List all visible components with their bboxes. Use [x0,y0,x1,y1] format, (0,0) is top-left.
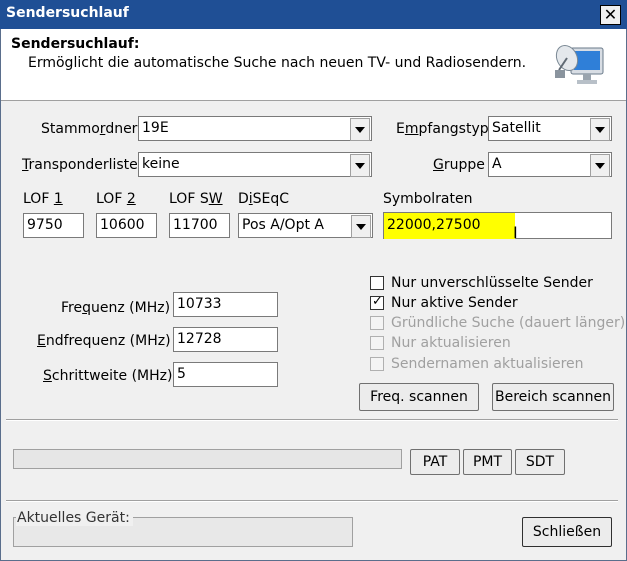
frequenz-value: 10733 [177,296,222,312]
chevron-down-icon[interactable] [590,118,610,141]
lofsw-value: 11700 [173,217,218,233]
lofsw-label: LOF SW [169,191,223,207]
close-window-button[interactable]: ✕ [600,5,621,25]
separator [6,500,618,502]
empfangstyp-value: Satellit [492,120,541,136]
option-gruendliche-suche: Gründliche Suche (dauert länger) [370,315,625,333]
satellite-dish-monitor-icon [555,44,604,84]
lof2-input[interactable]: 10600 [96,213,157,238]
frequenz-label: Frequenz (MHz) [61,300,171,316]
lofsw-input[interactable]: 11700 [169,213,230,238]
chevron-down-icon[interactable] [590,154,610,177]
transponderliste-value: keine [142,156,180,172]
pmt-button[interactable]: PMT [463,449,512,475]
symbolraten-input[interactable]: 22000,27500 I [383,212,612,242]
gruppe-value: A [492,156,502,172]
stammordner-combo[interactable]: 19E [138,116,372,141]
frequenz-input[interactable]: 10733 [173,292,278,317]
range-scan-button[interactable]: Bereich scannen [492,383,614,411]
checkmark-icon: ✓ [372,294,383,309]
text-cursor-icon: I [513,223,518,242]
lof2-value: 10600 [100,217,145,233]
gruppe-label: Gruppe [433,157,485,173]
diseqc-label: DiSEqC [238,191,290,207]
checkbox [370,316,384,330]
checkbox [370,357,384,371]
endfrequenz-label: Endfrequenz (MHz) [37,333,171,349]
checkbox[interactable] [370,276,384,290]
sdt-button[interactable]: SDT [515,449,565,475]
separator [6,419,618,421]
close-button[interactable]: Schließen [522,517,612,547]
transponderliste-combo[interactable]: keine [138,152,372,177]
schrittweite-input[interactable]: 5 [173,362,278,387]
symbolraten-label: Symbolraten [383,191,473,207]
current-device-label: Aktuelles Gerät: [16,510,133,526]
progress-bar [13,449,402,469]
stammordner-value: 19E [142,120,169,136]
option-nur-aktualisieren: Nur aktualisieren [370,335,615,353]
schrittweite-value: 5 [177,366,186,382]
stammordner-label: Stammordner [41,121,138,137]
endfrequenz-input[interactable]: 12728 [173,327,278,352]
lof2-label: LOF 2 [96,191,136,207]
chevron-down-icon[interactable] [351,215,371,238]
freq-scan-button[interactable]: Freq. scannen [359,383,479,411]
option-sendernamen: Sendernamen aktualisieren [370,356,615,374]
header-title: Sendersuchlauf: [11,36,140,52]
lof1-value: 9750 [27,217,63,233]
diseqc-combo[interactable]: Pos A/Opt A [238,213,373,238]
options-group: Nur unverschlüsselte Sender ✓ Nur aktive… [370,275,625,375]
pat-button[interactable]: PAT [410,449,460,475]
checkbox [370,336,384,350]
window-title: Sendersuchlauf [6,5,129,21]
symbolraten-value: 22000,27500 [387,217,481,233]
lof1-label: LOF 1 [23,191,63,207]
chevron-down-icon[interactable] [350,118,370,141]
schrittweite-label: Schrittweite (MHz) [43,368,173,384]
checkbox[interactable]: ✓ [370,294,384,310]
option-nur-aktive[interactable]: ✓ Nur aktive Sender [370,294,615,313]
empfangstyp-label: Empfangstyp [396,121,489,137]
chevron-down-icon[interactable] [350,154,370,177]
transponderliste-label: Transponderliste [22,157,138,173]
option-unverschluesselt[interactable]: Nur unverschlüsselte Sender [370,275,615,293]
dialog-header: Sendersuchlauf: Ermöglicht die automatis… [1,29,626,101]
lof1-input[interactable]: 9750 [23,213,84,238]
endfrequenz-value: 12728 [177,331,222,347]
close-icon: ✕ [603,5,618,24]
diseqc-value: Pos A/Opt A [242,217,324,233]
header-description: Ermöglicht die automatische Suche nach n… [28,55,527,71]
empfangstyp-combo[interactable]: Satellit [488,116,612,141]
gruppe-combo[interactable]: A [488,152,612,177]
